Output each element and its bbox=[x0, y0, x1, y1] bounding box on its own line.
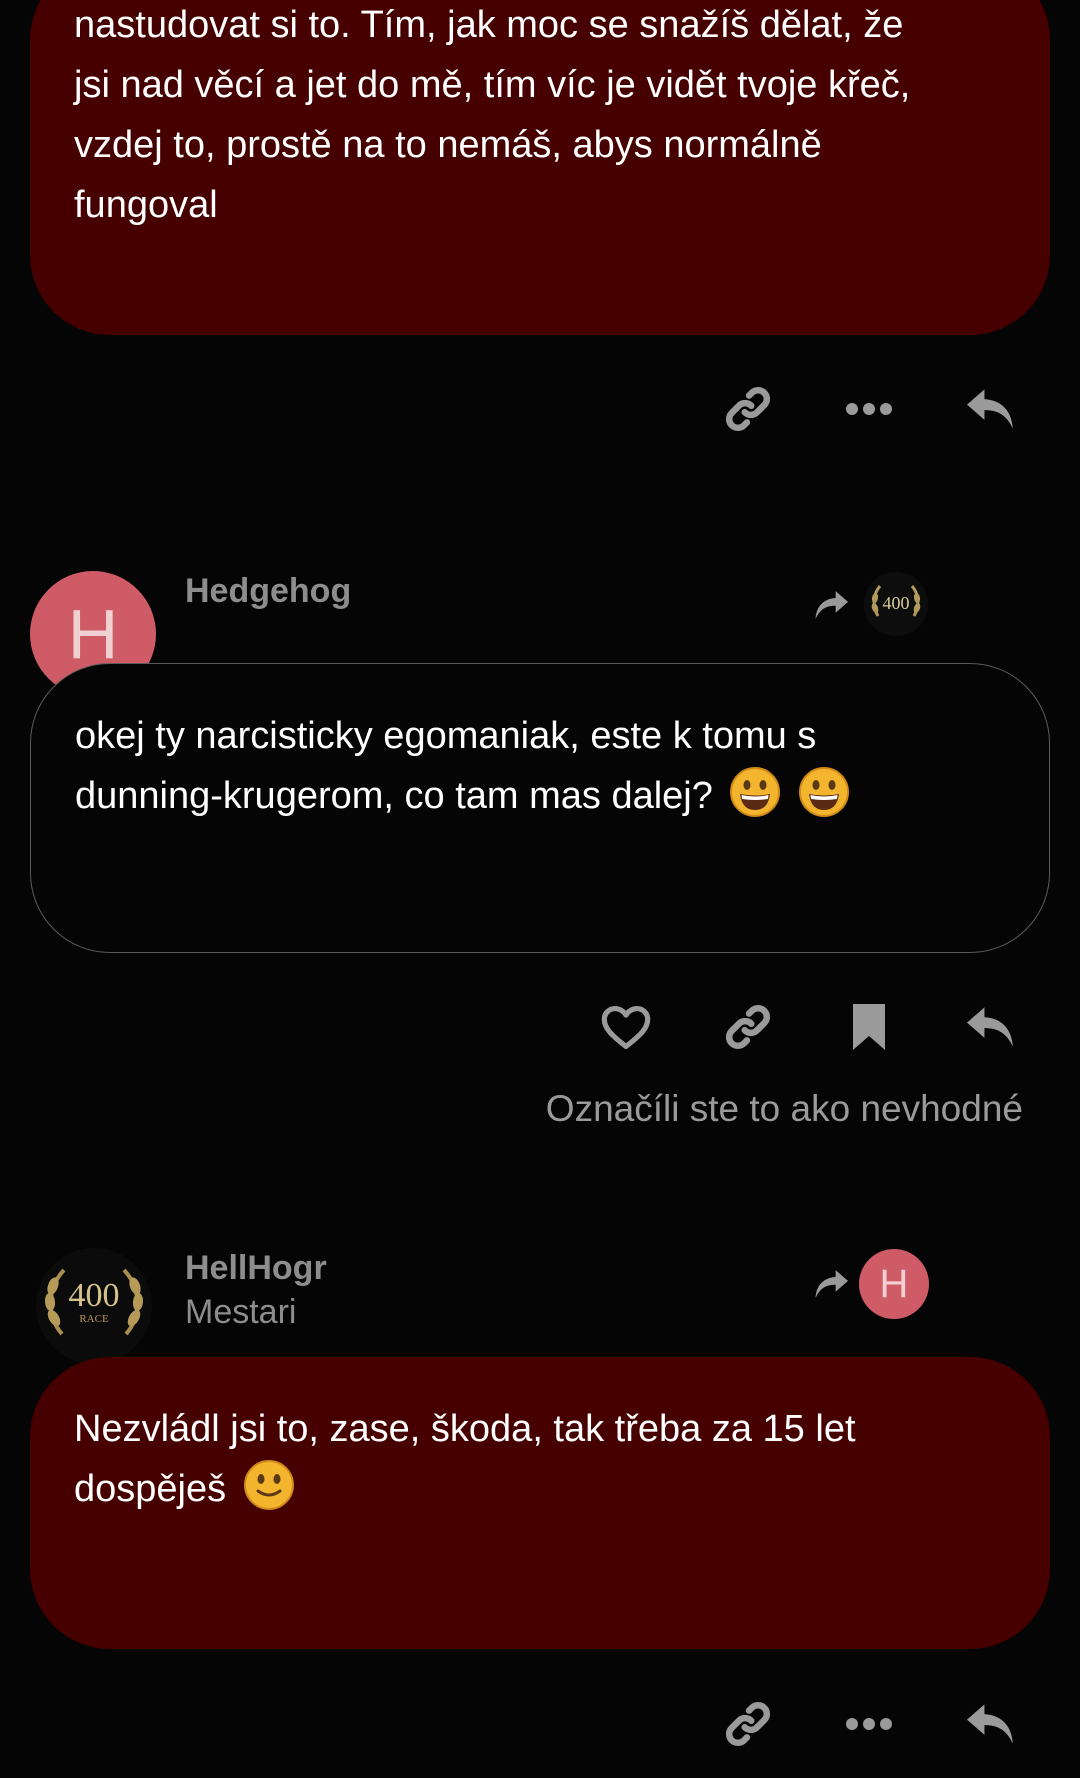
link-icon bbox=[725, 1004, 771, 1050]
link-button[interactable] bbox=[718, 379, 778, 439]
post-2-line: okej ty narcisticky egomaniak, este k to… bbox=[75, 715, 817, 757]
post-3-line: dospěješ bbox=[74, 1468, 227, 1510]
reply-icon bbox=[967, 389, 1013, 429]
post-2-bubble: okej ty narcisticky egomaniak, este k to… bbox=[30, 663, 1050, 953]
reply-button[interactable] bbox=[961, 379, 1021, 439]
link-icon bbox=[725, 1701, 771, 1747]
reply-button[interactable] bbox=[961, 1694, 1021, 1754]
post-1-line: fungoval bbox=[74, 184, 218, 226]
share-arrow-icon bbox=[815, 591, 848, 619]
more-button[interactable] bbox=[839, 1694, 899, 1754]
avatar-letter: H bbox=[67, 595, 119, 673]
post-3-line-emoji: dospěješ bbox=[74, 1459, 1006, 1519]
grinning-face-emoji-icon bbox=[730, 767, 781, 817]
laurel-badge-icon: 400 bbox=[864, 572, 928, 636]
post-3-bubble: Nezvládl jsi to, zase, škoda, tak třeba … bbox=[30, 1357, 1050, 1649]
share-arrow-icon bbox=[815, 1270, 848, 1298]
bookmark-icon bbox=[853, 1004, 885, 1050]
username-hellhogr[interactable]: HellHogr bbox=[185, 1249, 327, 1288]
badge-text: 400 bbox=[883, 593, 910, 613]
avatar-hellhogr[interactable]: 400 RACE bbox=[36, 1248, 152, 1364]
bookmark-button[interactable] bbox=[839, 997, 899, 1057]
post-1-line: jsi nad věcí a jet do mě, tím víc je vid… bbox=[74, 64, 911, 106]
more-icon bbox=[846, 1718, 892, 1730]
post-1-line: nastudovat si to. Tím, jak moc se snažíš… bbox=[74, 4, 904, 46]
link-button[interactable] bbox=[718, 1694, 778, 1754]
reply-icon bbox=[967, 1007, 1013, 1047]
badge-text: 400 bbox=[69, 1277, 120, 1314]
like-button[interactable] bbox=[596, 997, 656, 1057]
post-1-text: nastudovat si to. Tím, jak moc se snažíš… bbox=[74, 0, 1006, 235]
post-2-line-emoji: dunning-krugerom, co tam mas dalej? bbox=[75, 766, 1005, 826]
badge-sub: RACE bbox=[79, 1313, 109, 1325]
link-icon bbox=[725, 386, 771, 432]
post-1-bubble: nastudovat si to. Tím, jak moc se snažíš… bbox=[30, 0, 1050, 335]
post-2-text: okej ty narcisticky egomaniak, este k to… bbox=[75, 706, 1005, 826]
reply-icon bbox=[967, 1704, 1013, 1744]
username-hedgehog[interactable]: Hedgehog bbox=[185, 572, 351, 611]
user-title: Mestari bbox=[185, 1293, 297, 1331]
more-button[interactable] bbox=[839, 379, 899, 439]
grinning-face-emoji-icon bbox=[799, 767, 849, 817]
reply-to-indicator[interactable]: 400 bbox=[812, 572, 932, 642]
flag-note: Označíli ste to ako nevhodné bbox=[545, 1088, 1023, 1129]
reply-to-indicator[interactable]: H bbox=[812, 1249, 932, 1319]
link-button[interactable] bbox=[718, 997, 778, 1057]
post-2-line: dunning-krugerom, co tam mas dalej? bbox=[75, 775, 713, 817]
laurel-badge-icon: 400 RACE bbox=[36, 1248, 152, 1364]
heart-icon bbox=[601, 1005, 651, 1050]
reply-button[interactable] bbox=[961, 997, 1021, 1057]
post-3-line: Nezvládl jsi to, zase, škoda, tak třeba … bbox=[74, 1408, 856, 1450]
post-3-text: Nezvládl jsi to, zase, škoda, tak třeba … bbox=[74, 1399, 1006, 1519]
avatar-letter: H bbox=[879, 1261, 909, 1306]
slightly-smiling-face-emoji-icon bbox=[243, 1460, 294, 1510]
reply-to-avatar: H bbox=[859, 1249, 929, 1319]
post-1-line: vzdej to, prostě na to nemáš, abys normá… bbox=[74, 124, 822, 166]
more-icon bbox=[846, 403, 892, 415]
reply-to-avatar-badge: 400 bbox=[864, 572, 928, 636]
